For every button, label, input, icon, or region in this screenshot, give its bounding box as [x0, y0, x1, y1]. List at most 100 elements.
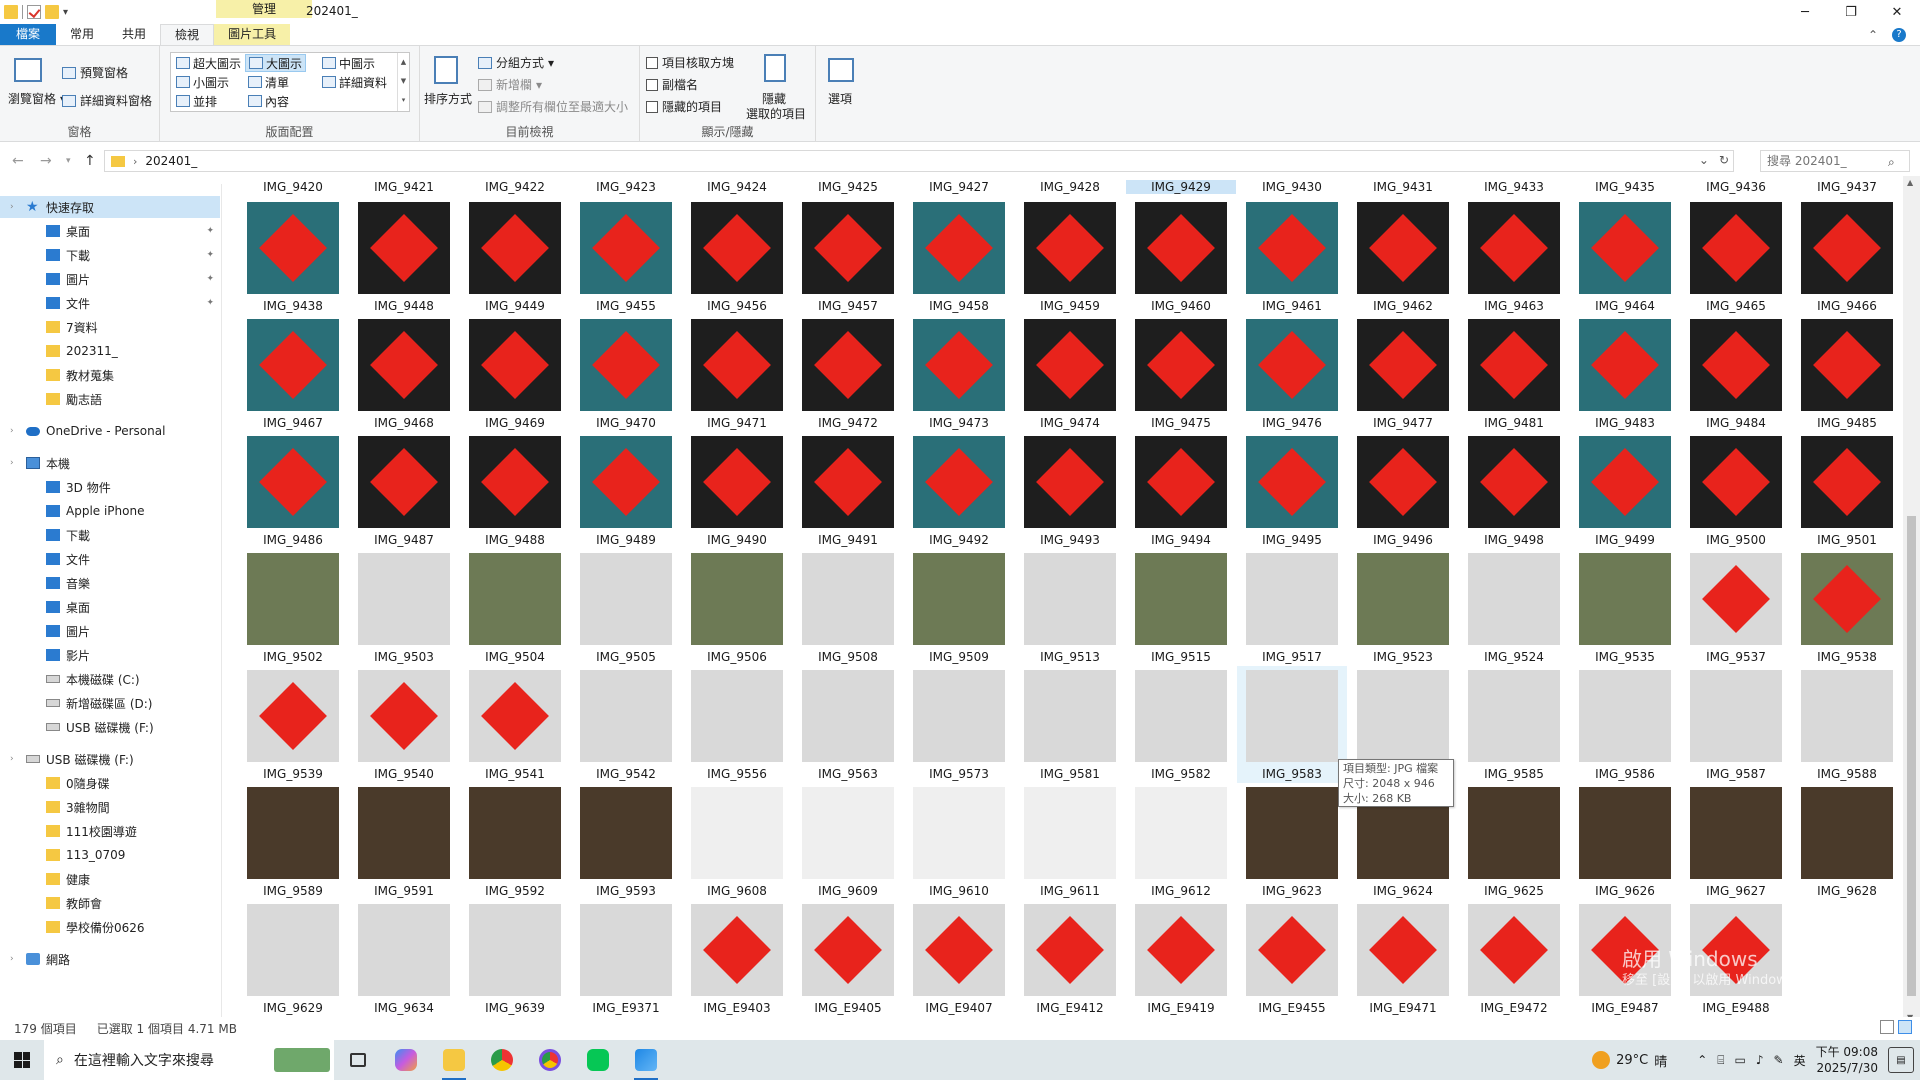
file-item[interactable]: IMG_9629 — [238, 900, 348, 1017]
file-item[interactable]: IMG_9504 — [460, 549, 570, 666]
details-view-toggle[interactable] — [1880, 1020, 1894, 1034]
file-item[interactable]: IMG_9494 — [1126, 432, 1236, 549]
file-item[interactable]: IMG_9508 — [793, 549, 903, 666]
network-icon[interactable]: ⌸ — [1717, 1053, 1724, 1068]
nav-usb-folder[interactable]: 學校備份0626 — [0, 916, 220, 938]
file-item[interactable]: IMG_9524 — [1459, 549, 1569, 666]
file-item[interactable]: IMG_9542 — [571, 666, 681, 783]
back-arrow-icon[interactable]: ← — [12, 153, 24, 169]
nav-pc-item[interactable]: 音樂 — [0, 572, 220, 594]
view-details[interactable]: 詳細資料 — [319, 73, 390, 91]
file-item[interactable]: IMG_9627 — [1681, 783, 1791, 900]
file-item[interactable]: IMG_9573 — [904, 666, 1014, 783]
view-list[interactable]: 清單 — [245, 73, 292, 91]
file-item[interactable]: IMG_9591 — [349, 783, 459, 900]
size-columns-button[interactable]: 調整所有欄位至最適大小 — [478, 98, 628, 115]
file-item[interactable]: IMG_9498 — [1459, 432, 1569, 549]
file-item[interactable]: IMG_9461 — [1237, 198, 1347, 315]
nav-pane-button[interactable] — [14, 58, 42, 82]
file-item[interactable]: IMG_E9472 — [1459, 900, 1569, 1017]
new-folder-icon[interactable] — [45, 5, 59, 19]
start-button[interactable] — [0, 1040, 44, 1080]
nav-pc-item[interactable]: USB 磁碟機 (F:) — [0, 716, 220, 738]
file-item[interactable]: IMG_9492 — [904, 432, 1014, 549]
file-item[interactable]: IMG_9475 — [1126, 315, 1236, 432]
file-item[interactable]: IMG_9500 — [1681, 432, 1791, 549]
preview-pane-button[interactable]: 預覽窗格 — [62, 64, 128, 81]
file-item[interactable]: IMG_9634 — [349, 900, 459, 1017]
item-checkboxes-toggle[interactable]: 項目核取方塊 — [646, 54, 734, 71]
file-item[interactable]: IMG_9537 — [1681, 549, 1791, 666]
expand-chevron-icon[interactable]: › — [10, 202, 20, 212]
file-item[interactable]: IMG_E9412 — [1015, 900, 1125, 1017]
file-item[interactable]: IMG_9496 — [1348, 432, 1458, 549]
nav-quick-item[interactable]: 下載 ✦ — [0, 244, 220, 266]
file-item[interactable]: IMG_9477 — [1348, 315, 1458, 432]
file-label[interactable]: IMG_9429 — [1126, 180, 1236, 194]
properties-icon[interactable] — [27, 5, 41, 19]
file-item[interactable]: IMG_9502 — [238, 549, 348, 666]
file-item[interactable]: IMG_9457 — [793, 198, 903, 315]
nav-pc-item[interactable]: 下載 — [0, 524, 220, 546]
file-label[interactable]: IMG_9422 — [460, 180, 570, 194]
scroll-up-icon[interactable]: ▲ — [1907, 178, 1913, 187]
nav-quick-item[interactable]: 教材蒐集 — [0, 364, 220, 386]
file-item[interactable]: IMG_9556 — [682, 666, 792, 783]
file-item[interactable]: IMG_E9403 — [682, 900, 792, 1017]
collapse-ribbon-icon[interactable]: ⌃ — [1868, 28, 1878, 42]
file-label[interactable]: IMG_9437 — [1792, 180, 1902, 194]
file-item[interactable]: IMG_E9455 — [1237, 900, 1347, 1017]
file-item[interactable]: IMG_9465 — [1681, 198, 1791, 315]
file-label[interactable]: IMG_9420 — [238, 180, 348, 194]
display-icon[interactable]: ▭ — [1735, 1053, 1746, 1067]
file-item[interactable]: IMG_9449 — [460, 198, 570, 315]
view-large[interactable]: 大圖示 — [245, 54, 307, 72]
sort-by-button[interactable] — [434, 56, 458, 84]
nav-quick-item[interactable]: 202311_ — [0, 340, 220, 362]
file-item[interactable]: IMG_E9487 — [1570, 900, 1680, 1017]
file-item[interactable]: IMG_9476 — [1237, 315, 1347, 432]
scroll-thumb[interactable] — [1907, 516, 1916, 996]
file-item[interactable]: IMG_9481 — [1459, 315, 1569, 432]
file-item[interactable]: IMG_9459 — [1015, 198, 1125, 315]
file-item[interactable]: IMG_9538 — [1792, 549, 1902, 666]
file-item[interactable]: IMG_E9407 — [904, 900, 1014, 1017]
nav-usb-folder[interactable]: 111校園導遊 — [0, 820, 220, 842]
file-item[interactable]: IMG_9509 — [904, 549, 1014, 666]
nav-usb-folder[interactable]: 3雜物間 — [0, 796, 220, 818]
breadcrumb-chevron-icon[interactable]: › — [133, 155, 137, 168]
tab-picture-tools[interactable]: 圖片工具 — [214, 24, 291, 45]
file-item[interactable]: IMG_9588 — [1792, 666, 1902, 783]
file-item[interactable]: IMG_9540 — [349, 666, 459, 783]
file-item[interactable]: IMG_9608 — [682, 783, 792, 900]
file-label[interactable]: IMG_9435 — [1570, 180, 1680, 194]
nav-usb-drive[interactable]: › USB 磁碟機 (F:) — [0, 748, 220, 770]
file-item[interactable]: IMG_9539 — [238, 666, 348, 783]
expand-chevron-icon[interactable]: › — [10, 954, 20, 964]
file-item[interactable]: IMG_9581 — [1015, 666, 1125, 783]
file-item[interactable]: IMG_9515 — [1126, 549, 1236, 666]
refresh-icon[interactable]: ↻ — [1719, 153, 1729, 167]
file-item[interactable]: IMG_E9371 — [571, 900, 681, 1017]
file-item[interactable]: IMG_9448 — [349, 198, 459, 315]
file-label[interactable]: IMG_9436 — [1681, 180, 1791, 194]
nav-usb-folder[interactable]: 教師會 — [0, 892, 220, 914]
maximize-button[interactable]: ❐ — [1828, 0, 1874, 24]
file-label[interactable]: IMG_9428 — [1015, 180, 1125, 194]
file-item[interactable]: IMG_E9419 — [1126, 900, 1236, 1017]
file-label[interactable]: IMG_9424 — [682, 180, 792, 194]
file-item[interactable]: IMG_9582 — [1126, 666, 1236, 783]
taskbar-app-explorer[interactable] — [430, 1040, 478, 1080]
tab-home[interactable]: 常用 — [56, 24, 108, 45]
file-item[interactable]: IMG_9612 — [1126, 783, 1236, 900]
details-pane-button[interactable]: 詳細資料窗格 — [62, 92, 152, 109]
file-item[interactable]: IMG_9463 — [1459, 198, 1569, 315]
weather-widget[interactable]: 29°C 晴 — [1592, 1051, 1667, 1070]
extensions-toggle[interactable]: 副檔名 — [646, 76, 698, 93]
file-item[interactable]: IMG_9583 — [1237, 666, 1347, 783]
file-item[interactable]: IMG_9585 — [1459, 666, 1569, 783]
large-icons-view-toggle[interactable] — [1898, 1020, 1912, 1034]
vertical-scrollbar[interactable]: ▲ ▼ — [1903, 176, 1920, 1024]
view-medium[interactable]: 中圖示 — [319, 54, 378, 72]
tab-file[interactable]: 檔案 — [0, 24, 57, 45]
